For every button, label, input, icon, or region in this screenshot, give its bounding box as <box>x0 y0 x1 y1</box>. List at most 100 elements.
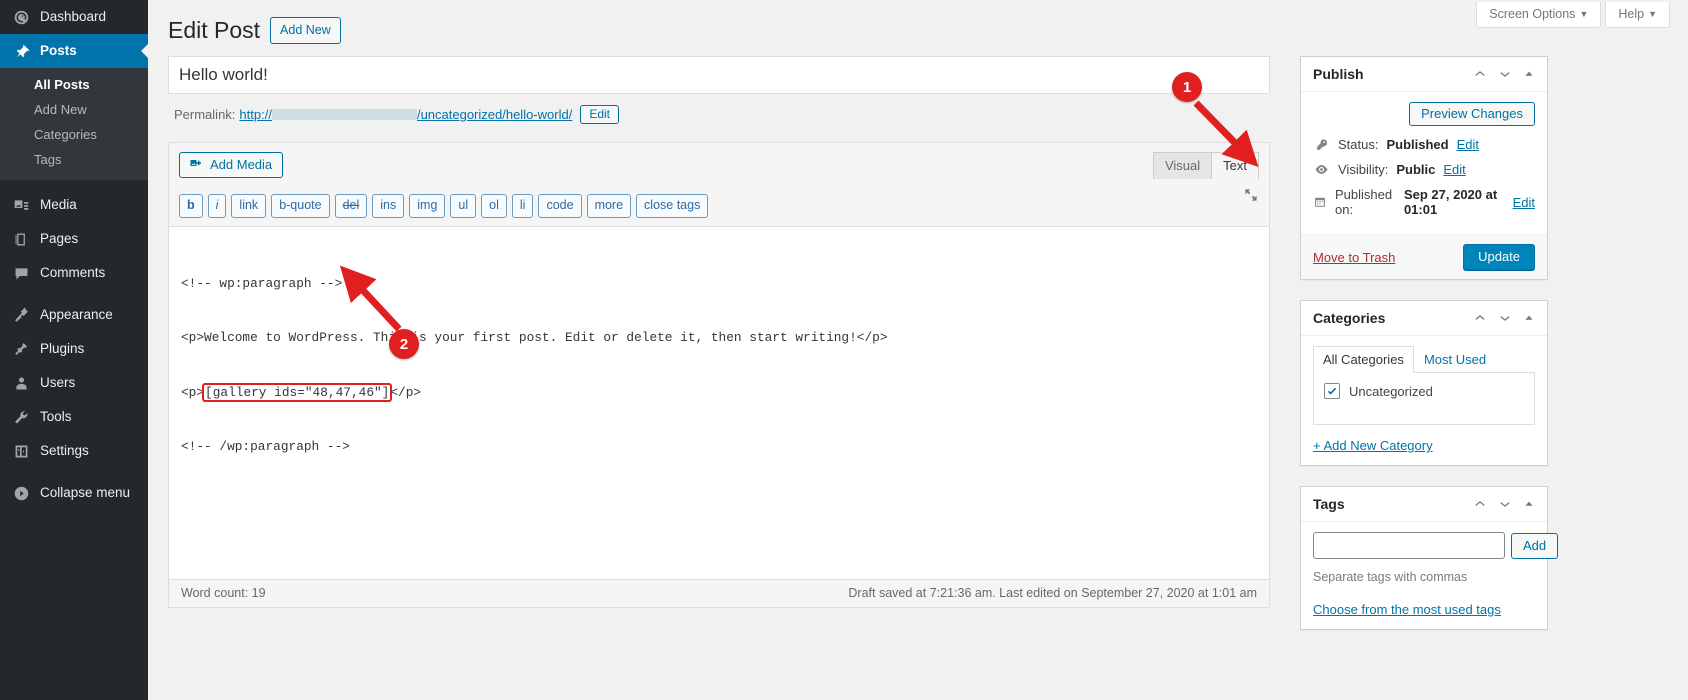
sidebar-item-comments[interactable]: Comments <box>0 256 148 290</box>
dashboard-icon <box>11 7 31 27</box>
sidebar-item-label: Media <box>40 198 77 212</box>
metabox-handles <box>1473 311 1535 325</box>
toggle-panel-icon[interactable] <box>1523 68 1535 80</box>
tab-visual[interactable]: Visual <box>1153 152 1212 179</box>
add-media-button[interactable]: Add Media <box>179 152 283 178</box>
add-media-label: Add Media <box>210 157 272 172</box>
sidebar-item-label: Tools <box>40 410 72 424</box>
chevron-down-icon: ▼ <box>1579 9 1588 19</box>
visibility-edit-link[interactable]: Edit <box>1443 162 1465 177</box>
sidebar-item-settings[interactable]: Settings <box>0 434 148 468</box>
categories-tabs: All Categories Most Used <box>1313 346 1535 373</box>
published-on-row: Published on: Sep 27, 2020 at 01:01 Edit <box>1313 182 1535 222</box>
page-title: Edit Post <box>168 16 260 46</box>
category-label: Uncategorized <box>1349 384 1433 399</box>
quicktag-i[interactable]: i <box>208 194 227 218</box>
toggle-panel-icon[interactable] <box>1523 312 1535 324</box>
quicktag-li[interactable]: li <box>512 194 534 218</box>
move-up-icon[interactable] <box>1473 67 1487 81</box>
move-to-trash-link[interactable]: Move to Trash <box>1313 250 1395 265</box>
sidebar-subitem-categories[interactable]: Categories <box>0 122 148 147</box>
quicktag-ol[interactable]: ol <box>481 194 507 218</box>
sidebar-subitem-add-new[interactable]: Add New <box>0 97 148 122</box>
toggle-panel-icon[interactable] <box>1523 498 1535 510</box>
word-count-value: 19 <box>252 586 266 600</box>
sidebar-item-label: Plugins <box>40 342 84 356</box>
post-editor: Add Media Visual Text b i link b-quote <box>168 142 1270 608</box>
tab-all-categories[interactable]: All Categories <box>1313 346 1414 373</box>
move-up-icon[interactable] <box>1473 311 1487 325</box>
users-icon <box>11 373 31 393</box>
add-new-button[interactable]: Add New <box>270 17 341 44</box>
published-value: Sep 27, 2020 at 01:01 <box>1404 187 1505 217</box>
quicktag-ins[interactable]: ins <box>372 194 404 218</box>
publish-metabox-body: Preview Changes Status: Published Edit V… <box>1301 92 1547 234</box>
quicktag-more[interactable]: more <box>587 194 631 218</box>
tag-input[interactable] <box>1313 532 1505 559</box>
sidebar-item-tools[interactable]: Tools <box>0 400 148 434</box>
sidebar-subitem-tags[interactable]: Tags <box>0 147 148 172</box>
quicktag-link[interactable]: link <box>231 194 266 218</box>
categories-metabox-title: Categories <box>1313 310 1385 326</box>
permalink-edit-button[interactable]: Edit <box>580 105 619 124</box>
preview-changes-button[interactable]: Preview Changes <box>1409 102 1535 126</box>
quicktag-img[interactable]: img <box>409 194 445 218</box>
move-down-icon[interactable] <box>1498 67 1512 81</box>
quicktag-ul[interactable]: ul <box>450 194 476 218</box>
code-line-gallery: <p>[gallery ids="48,47,46"]</p> <box>181 383 1257 402</box>
quicktag-b-quote[interactable]: b-quote <box>271 194 329 218</box>
sidebar-item-appearance[interactable]: Appearance <box>0 298 148 332</box>
word-count: Word count: 19 <box>181 586 266 600</box>
tab-most-used[interactable]: Most Used <box>1414 346 1496 373</box>
categories-list: Uncategorized <box>1313 373 1535 425</box>
help-button[interactable]: Help ▼ <box>1605 2 1670 28</box>
sidebar-item-label: Posts <box>40 44 77 58</box>
fullscreen-toggle-icon[interactable] <box>1243 187 1259 206</box>
calendar-icon <box>1313 195 1327 209</box>
sidebar-item-collapse-menu[interactable]: Collapse menu <box>0 476 148 510</box>
add-new-category-link[interactable]: + Add New Category <box>1313 438 1433 453</box>
code-line: <!-- wp:paragraph --> <box>181 275 1257 293</box>
move-up-icon[interactable] <box>1473 497 1487 511</box>
tags-metabox-header: Tags <box>1301 487 1547 522</box>
sidebar-item-dashboard[interactable]: Dashboard <box>0 0 148 34</box>
tags-metabox-title: Tags <box>1313 496 1345 512</box>
sidebar-divider <box>0 290 148 298</box>
post-content-textarea[interactable]: <!-- wp:paragraph --> <p>Welcome to Word… <box>169 227 1269 579</box>
sidebar-item-plugins[interactable]: Plugins <box>0 332 148 366</box>
quicktag-close-tags[interactable]: close tags <box>636 194 708 218</box>
sidebar-item-media[interactable]: Media <box>0 188 148 222</box>
appearance-icon <box>11 305 31 325</box>
chevron-down-icon: ▼ <box>1648 9 1657 19</box>
settings-icon <box>11 441 31 461</box>
published-edit-link[interactable]: Edit <box>1513 195 1535 210</box>
media-icon <box>11 195 31 215</box>
quicktag-del[interactable]: del <box>335 194 368 218</box>
sidebar-item-label: Settings <box>40 444 89 458</box>
move-down-icon[interactable] <box>1498 497 1512 511</box>
update-button[interactable]: Update <box>1463 244 1535 270</box>
status-label: Status: <box>1338 137 1378 152</box>
pages-icon <box>11 229 31 249</box>
sidebar-item-users[interactable]: Users <box>0 366 148 400</box>
screen-meta-links: Screen Options▼ Help ▼ <box>1476 2 1670 28</box>
tab-text[interactable]: Text <box>1211 152 1259 179</box>
sidebar-column: Publish Preview Changes Status: Publish <box>1300 56 1548 650</box>
help-label: Help <box>1618 7 1644 21</box>
quicktag-b[interactable]: b <box>179 194 203 218</box>
choose-most-used-tags-link[interactable]: Choose from the most used tags <box>1313 602 1535 617</box>
screen-options-button[interactable]: Screen Options▼ <box>1476 2 1601 28</box>
sidebar-subitem-all-posts[interactable]: All Posts <box>0 72 148 97</box>
permalink-path[interactable]: /uncategorized/hello-world/ <box>417 107 572 122</box>
status-edit-link[interactable]: Edit <box>1457 137 1479 152</box>
preview-row: Preview Changes <box>1313 102 1535 126</box>
permalink-protocol[interactable]: http:// <box>239 107 272 122</box>
post-title-input[interactable] <box>168 56 1270 94</box>
sidebar-item-pages[interactable]: Pages <box>0 222 148 256</box>
category-checkbox[interactable] <box>1324 383 1340 399</box>
sidebar-item-posts[interactable]: Posts <box>0 34 148 68</box>
tag-add-button[interactable]: Add <box>1511 533 1558 559</box>
move-down-icon[interactable] <box>1498 311 1512 325</box>
quicktag-code[interactable]: code <box>538 194 581 218</box>
tag-entry-row: Add <box>1313 532 1535 559</box>
